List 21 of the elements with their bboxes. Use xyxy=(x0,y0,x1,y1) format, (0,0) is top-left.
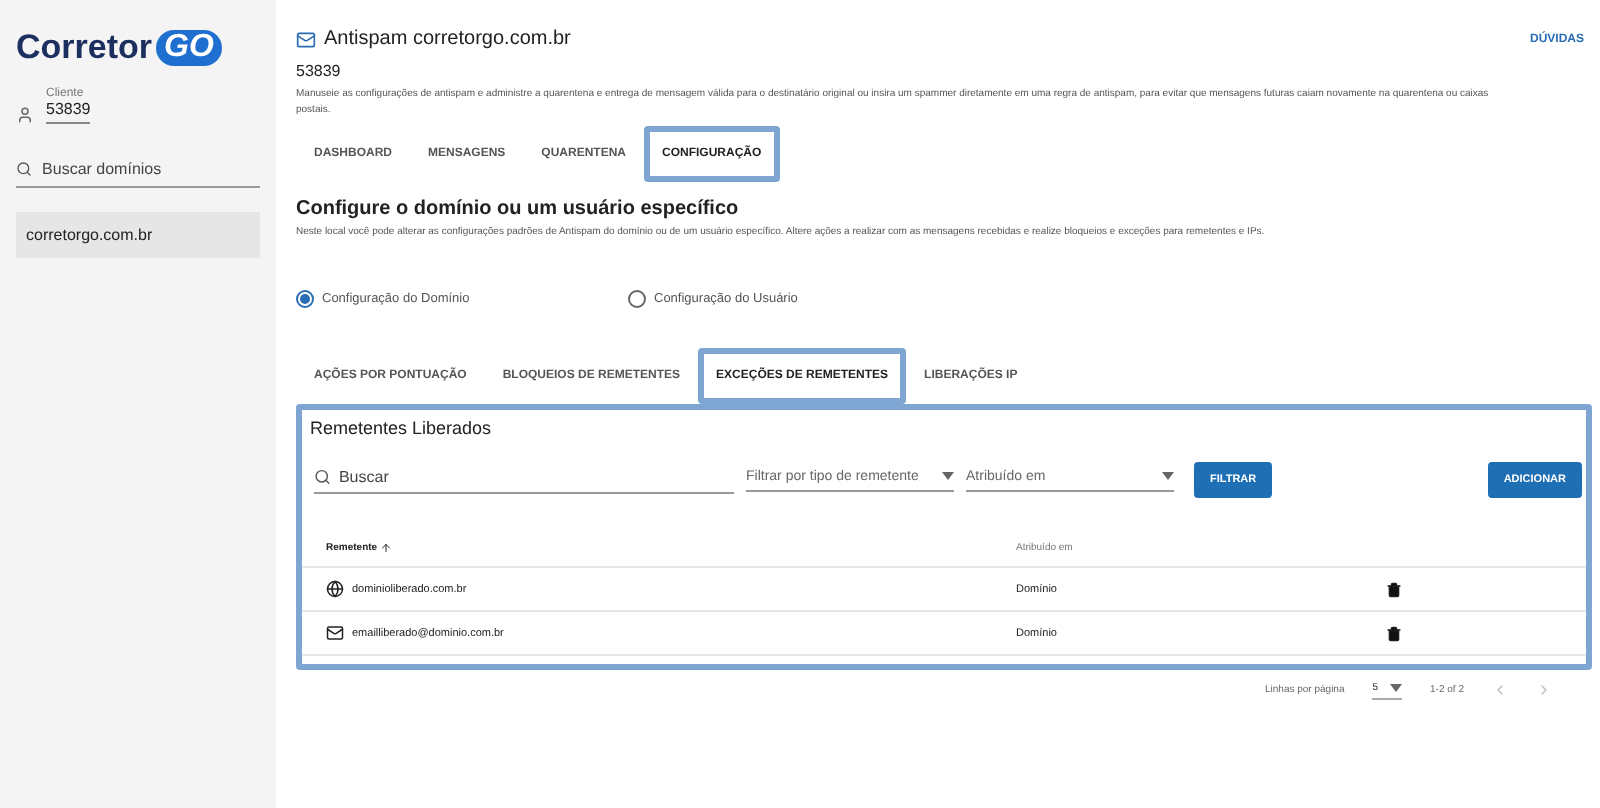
search-icon xyxy=(16,160,33,178)
page-title: Antispam corretorgo.com.br xyxy=(324,28,571,50)
domain-search-field[interactable]: Buscar domínios xyxy=(42,160,260,178)
domain-item[interactable]: corretorgo.com.br xyxy=(16,212,260,258)
caret-icon xyxy=(1162,472,1174,480)
logo-text: Corretor xyxy=(16,28,153,68)
search-field[interactable]: Buscar xyxy=(338,467,734,485)
sort-icon xyxy=(379,542,392,554)
client-id: 53839 xyxy=(296,62,343,80)
mail-icon xyxy=(326,624,344,642)
section-title: Configure o domínio ou um usuário específico xyxy=(296,198,741,220)
search-icon xyxy=(314,467,331,485)
trash-icon[interactable] xyxy=(1386,581,1402,597)
caret-icon xyxy=(942,472,954,480)
user-icon xyxy=(16,106,34,124)
card-title: Remetentes Liberados xyxy=(308,418,494,438)
globe-icon xyxy=(326,580,344,598)
logo-badge: GO xyxy=(156,30,222,66)
caret-icon xyxy=(1390,684,1403,692)
mail-icon xyxy=(296,29,316,49)
trash-icon[interactable] xyxy=(1386,625,1402,641)
